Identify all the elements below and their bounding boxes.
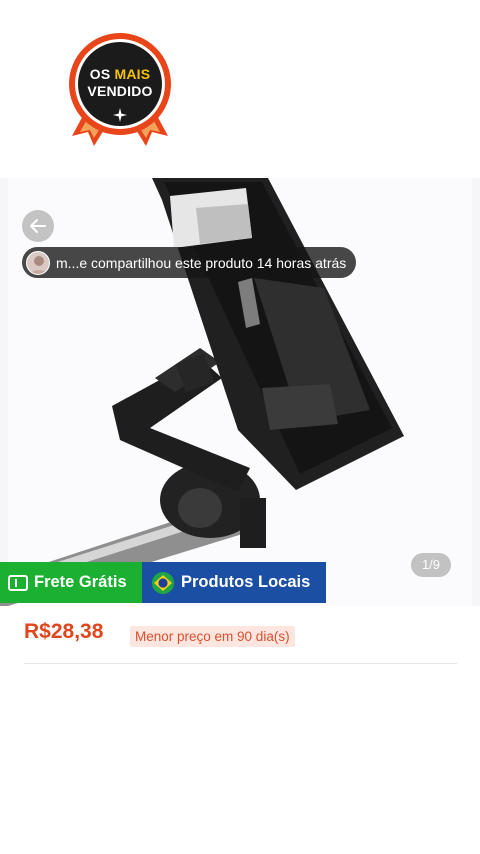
product-price: R$28,38 <box>24 620 104 643</box>
local-products-tag: Produtos Locais <box>142 562 326 603</box>
avatar <box>26 250 50 275</box>
product-image-gallery[interactable]: m...e compartilhou este produto 14 horas… <box>0 178 480 606</box>
back-button[interactable] <box>22 210 54 242</box>
lowest-price-badge: Menor preço em 90 dia(s) <box>130 626 295 647</box>
share-notification: m...e compartilhou este produto 14 horas… <box>22 247 357 278</box>
share-text: m...e compartilhou este produto 14 horas… <box>56 254 347 271</box>
image-counter: 1/9 <box>411 553 451 577</box>
divider <box>24 663 457 664</box>
ticket-icon <box>8 574 28 591</box>
product-image[interactable] <box>0 178 480 606</box>
sparkle-icon <box>113 108 127 122</box>
badge-label: OS MAIS VENDIDO <box>87 66 153 99</box>
badge-area: OS MAIS VENDIDO <box>0 0 480 176</box>
arrow-left-icon <box>30 219 46 233</box>
local-products-label: Produtos Locais <box>181 573 311 591</box>
best-seller-badge: OS MAIS VENDIDO <box>66 32 174 150</box>
free-shipping-tag: Frete Grátis <box>0 562 142 603</box>
free-shipping-label: Frete Grátis <box>34 573 127 591</box>
brazil-flag-icon <box>152 571 174 594</box>
